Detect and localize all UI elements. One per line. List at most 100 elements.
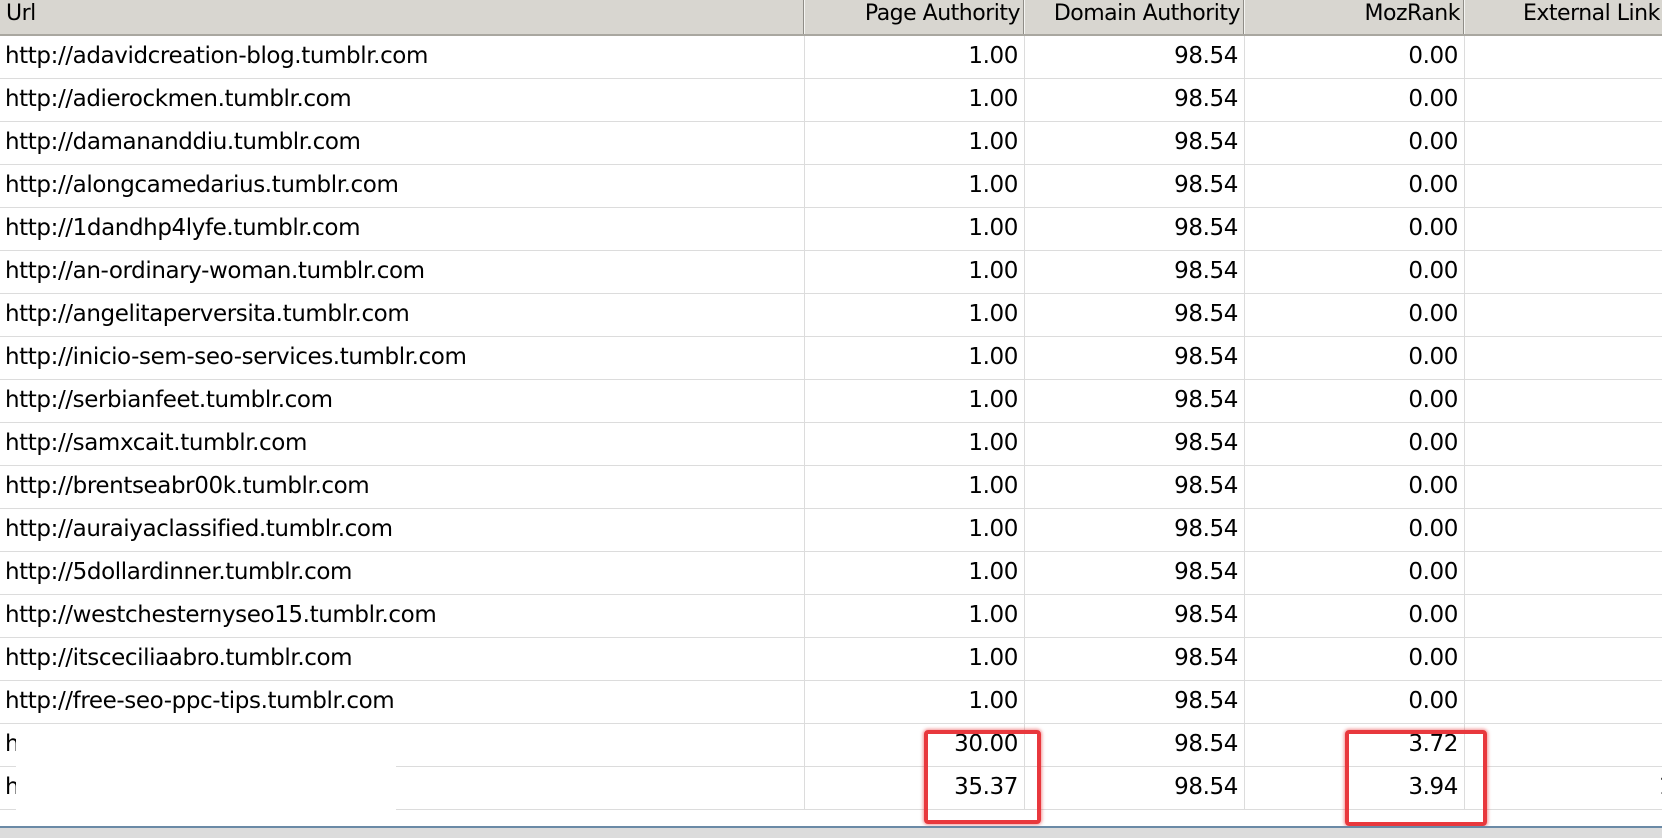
table-row[interactable]: http://inicio-sem-seo-services.tumblr.co…	[0, 337, 1662, 380]
domain-authority-cell: 98.54	[1025, 36, 1245, 79]
page-authority-cell: 1.00	[805, 509, 1025, 552]
column-header-domain-authority[interactable]: Domain Authority	[1025, 0, 1245, 34]
domain-authority-cell: 98.54	[1025, 380, 1245, 423]
domain-authority-cell: 98.54	[1025, 251, 1245, 294]
highlight-box-mozrank	[1345, 730, 1487, 826]
domain-authority-cell: 98.54	[1025, 595, 1245, 638]
page-authority-cell: 1.00	[805, 337, 1025, 380]
external-links-cell	[1465, 380, 1662, 423]
horizontal-scrollbar[interactable]	[0, 826, 1662, 838]
table-row[interactable]: http://itsceciliaabro.tumblr.com 1.00 98.5…	[0, 638, 1662, 681]
page-authority-cell: 1.00	[805, 122, 1025, 165]
table-row[interactable]: http://1dandhp4lyfe.tumblr.com 1.00 98.54 0…	[0, 208, 1662, 251]
page-authority-cell: 1.00	[805, 36, 1025, 79]
column-header-row: Url Page Authority Domain Authority MozR…	[0, 0, 1662, 36]
page-authority-cell: 1.00	[805, 466, 1025, 509]
page-authority-cell: 1.00	[805, 251, 1025, 294]
page-authority-cell: 1.00	[805, 165, 1025, 208]
column-header-mozrank[interactable]: MozRank	[1245, 0, 1465, 34]
url-cell: http://5dollardinner.tumblr.com	[0, 552, 805, 595]
mozrank-cell: 0.00	[1245, 79, 1465, 122]
page-authority-cell: 1.00	[805, 294, 1025, 337]
external-links-cell	[1465, 208, 1662, 251]
domain-authority-cell: 98.54	[1025, 208, 1245, 251]
mozrank-cell: 0.00	[1245, 681, 1465, 724]
mozrank-cell: 0.00	[1245, 36, 1465, 79]
page-authority-cell: 1.00	[805, 681, 1025, 724]
table-row[interactable]: http://an-ordinary-woman.tumblr.com 1.00 9…	[0, 251, 1662, 294]
url-cell: http://auraiyaclassified.tumblr.com	[0, 509, 805, 552]
url-cell: http://an-ordinary-woman.tumblr.com	[0, 251, 805, 294]
domain-authority-cell: 98.54	[1025, 337, 1245, 380]
url-cell: http://brentseabr00k.tumblr.com	[0, 466, 805, 509]
mozrank-cell: 0.00	[1245, 122, 1465, 165]
mozrank-cell: 0.00	[1245, 294, 1465, 337]
url-cell: http://adierockmen.tumblr.com	[0, 79, 805, 122]
mozrank-cell: 0.00	[1245, 509, 1465, 552]
page-authority-cell: 1.00	[805, 638, 1025, 681]
table-row[interactable]: http://5dollardinner.tumblr.com 1.00 98.54…	[0, 552, 1662, 595]
table-row[interactable]: http://adavidcreation-blog.tumblr.com 1.0…	[0, 36, 1662, 79]
domain-authority-cell: 98.54	[1025, 122, 1245, 165]
column-header-page-authority[interactable]: Page Authority	[805, 0, 1025, 34]
external-links-cell	[1465, 337, 1662, 380]
table-row[interactable]: http://adierockmen.tumblr.com 1.00 98.54 0.…	[0, 79, 1662, 122]
column-header-external-links[interactable]: External Link	[1465, 0, 1662, 34]
external-links-cell	[1465, 36, 1662, 79]
page-authority-cell: 1.00	[805, 79, 1025, 122]
external-links-cell	[1465, 724, 1662, 767]
external-links-cell: 1	[1465, 767, 1662, 810]
url-cell: http://alongcamedarius.tumblr.com	[0, 165, 805, 208]
external-links-cell	[1465, 595, 1662, 638]
mozrank-cell: 0.00	[1245, 423, 1465, 466]
mozrank-cell: 0.00	[1245, 638, 1465, 681]
external-links-cell	[1465, 681, 1662, 724]
mozrank-cell: 0.00	[1245, 380, 1465, 423]
external-links-cell	[1465, 466, 1662, 509]
external-links-cell	[1465, 79, 1662, 122]
url-cell: http://itsceciliaabro.tumblr.com	[0, 638, 805, 681]
mozrank-cell: 0.00	[1245, 595, 1465, 638]
external-links-cell	[1465, 509, 1662, 552]
table-row[interactable]: http://westchesternyseo15.tumblr.com 1.00…	[0, 595, 1662, 638]
url-cell: http://serbianfeet.tumblr.com	[0, 380, 805, 423]
mozrank-cell: 0.00	[1245, 337, 1465, 380]
url-cell: http://1dandhp4lyfe.tumblr.com	[0, 208, 805, 251]
mozrank-cell: 0.00	[1245, 552, 1465, 595]
table-row[interactable]: http://auraiyaclassified.tumblr.com 1.00 9…	[0, 509, 1662, 552]
domain-authority-cell: 98.54	[1025, 638, 1245, 681]
external-links-cell	[1465, 552, 1662, 595]
page-authority-cell: 1.00	[805, 423, 1025, 466]
table-row[interactable]: http://brentseabr00k.tumblr.com 1.00 98.54…	[0, 466, 1662, 509]
column-header-url[interactable]: Url	[0, 0, 805, 34]
page-authority-cell: 1.00	[805, 380, 1025, 423]
redaction-mask	[16, 781, 396, 817]
redaction-mask	[16, 738, 396, 774]
table-row[interactable]: http://samxcait.tumblr.com 1.00 98.54 0.00	[0, 423, 1662, 466]
page-authority-cell: 1.00	[805, 595, 1025, 638]
table-row[interactable]: http://serbianfeet.tumblr.com 1.00 98.54 0.…	[0, 380, 1662, 423]
mozrank-cell: 0.00	[1245, 251, 1465, 294]
external-links-cell	[1465, 165, 1662, 208]
url-cell: http://inicio-sem-seo-services.tumblr.co…	[0, 337, 805, 380]
domain-authority-cell: 98.54	[1025, 165, 1245, 208]
mozrank-cell: 0.00	[1245, 165, 1465, 208]
domain-authority-cell: 98.54	[1025, 552, 1245, 595]
url-cell: http://damananddiu.tumblr.com	[0, 122, 805, 165]
mozrank-cell: 0.00	[1245, 208, 1465, 251]
results-grid: Url Page Authority Domain Authority MozR…	[0, 0, 1662, 826]
table-row[interactable]: http://angelitaperversita.tumblr.com 1.00…	[0, 294, 1662, 337]
table-row[interactable]: http://free-seo-ppc-tips.tumblr.com 1.00 9…	[0, 681, 1662, 724]
external-links-cell	[1465, 423, 1662, 466]
domain-authority-cell: 98.54	[1025, 79, 1245, 122]
page-authority-cell: 1.00	[805, 552, 1025, 595]
external-links-cell	[1465, 122, 1662, 165]
url-cell: http://samxcait.tumblr.com	[0, 423, 805, 466]
table-row[interactable]: http://alongcamedarius.tumblr.com 1.00 98.…	[0, 165, 1662, 208]
external-links-cell	[1465, 251, 1662, 294]
domain-authority-cell: 98.54	[1025, 767, 1245, 810]
url-cell: http://free-seo-ppc-tips.tumblr.com	[0, 681, 805, 724]
table-row[interactable]: http://damananddiu.tumblr.com 1.00 98.54 0.…	[0, 122, 1662, 165]
page-authority-cell: 1.00	[805, 208, 1025, 251]
url-cell: http://adavidcreation-blog.tumblr.com	[0, 36, 805, 79]
